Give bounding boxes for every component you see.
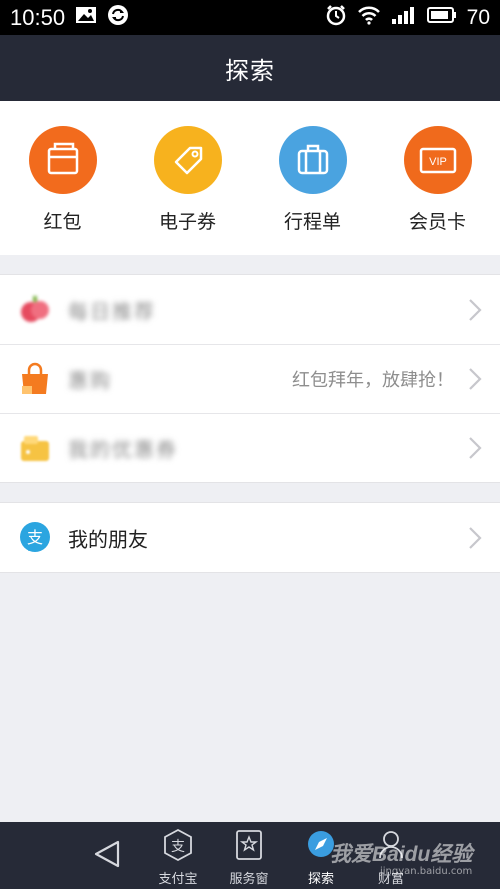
quick-action-label: 红包 <box>43 211 82 233</box>
list-item[interactable]: 我的优惠券 <box>0 413 500 482</box>
quick-action-red-envelope[interactable]: 红包 <box>0 101 125 255</box>
list-item-label: 我的优惠券 <box>68 437 178 461</box>
chevron-right-icon <box>468 298 482 322</box>
fruit-icon <box>18 293 52 327</box>
friends-list: 支 我的朋友 <box>0 502 500 573</box>
alipay-icon: 支 <box>161 828 195 866</box>
star-window-icon <box>232 828 266 866</box>
tab-label: 探索 <box>307 872 334 887</box>
list-item-label: 我的朋友 <box>68 527 148 551</box>
quick-action-label: 会员卡 <box>408 211 466 233</box>
back-triangle-icon[interactable] <box>88 834 128 874</box>
baidu-watermark: 我爱Baidu经验 <box>330 843 473 866</box>
watermark-url: jingyan.baidu.com <box>380 866 473 877</box>
list-item-label: 惠购 <box>68 368 112 392</box>
red-envelope-icon <box>28 126 97 194</box>
vip-card-icon: VIP <box>403 126 472 194</box>
list-item-label: 每日推荐 <box>68 299 156 323</box>
signal-icon <box>391 5 417 30</box>
tab-alipay[interactable]: 支 支付宝 <box>143 828 213 887</box>
quick-action-vip-card[interactable]: VIP 会员卡 <box>375 101 500 255</box>
image-icon <box>75 6 97 29</box>
promo-text: 红包拜年，放肆抢！ <box>292 369 454 391</box>
sync-icon <box>107 4 129 31</box>
luggage-icon <box>278 126 347 194</box>
chevron-right-icon <box>468 526 482 550</box>
tab-service-window[interactable]: 服务窗 <box>214 828 284 887</box>
list-item[interactable]: 每日推荐 <box>0 275 500 344</box>
alipay-friends-icon: 支 <box>18 521 52 555</box>
svg-text:支: 支 <box>27 528 43 547</box>
chevron-right-icon <box>468 367 482 391</box>
svg-text:VIP: VIP <box>429 156 447 168</box>
explore-list: 每日推荐 惠购 红包拜年，放肆抢！ 我的优惠券 <box>0 274 500 483</box>
list-item-my-friends[interactable]: 支 我的朋友 <box>0 503 500 572</box>
app-header: 探索 <box>0 35 500 101</box>
quick-action-coupon[interactable]: 电子券 <box>125 101 250 255</box>
alarm-icon <box>325 4 347 31</box>
wallet-icon <box>18 431 52 465</box>
status-right: 70 <box>325 4 490 31</box>
status-left: 10:50 <box>10 4 129 31</box>
svg-text:支: 支 <box>171 839 185 855</box>
list-item[interactable]: 惠购 红包拜年，放肆抢！ <box>0 344 500 413</box>
tab-label: 服务窗 <box>229 872 269 887</box>
battery-level: 70 <box>466 5 490 29</box>
quick-action-label: 行程单 <box>283 211 341 233</box>
status-time: 10:50 <box>10 4 66 30</box>
shopping-bag-icon <box>18 362 52 396</box>
chevron-right-icon <box>468 436 482 460</box>
page-title: 探索 <box>225 56 275 85</box>
coupon-icon <box>153 126 222 194</box>
battery-icon <box>426 6 457 29</box>
status-bar: 10:50 70 <box>0 0 500 35</box>
quick-action-label: 电子券 <box>158 211 216 233</box>
wifi-icon <box>357 5 381 30</box>
quick-actions-grid: 红包 电子券 行程单 VIP 会员卡 <box>0 101 500 255</box>
tab-label: 支付宝 <box>158 872 198 887</box>
quick-action-itinerary[interactable]: 行程单 <box>250 101 375 255</box>
